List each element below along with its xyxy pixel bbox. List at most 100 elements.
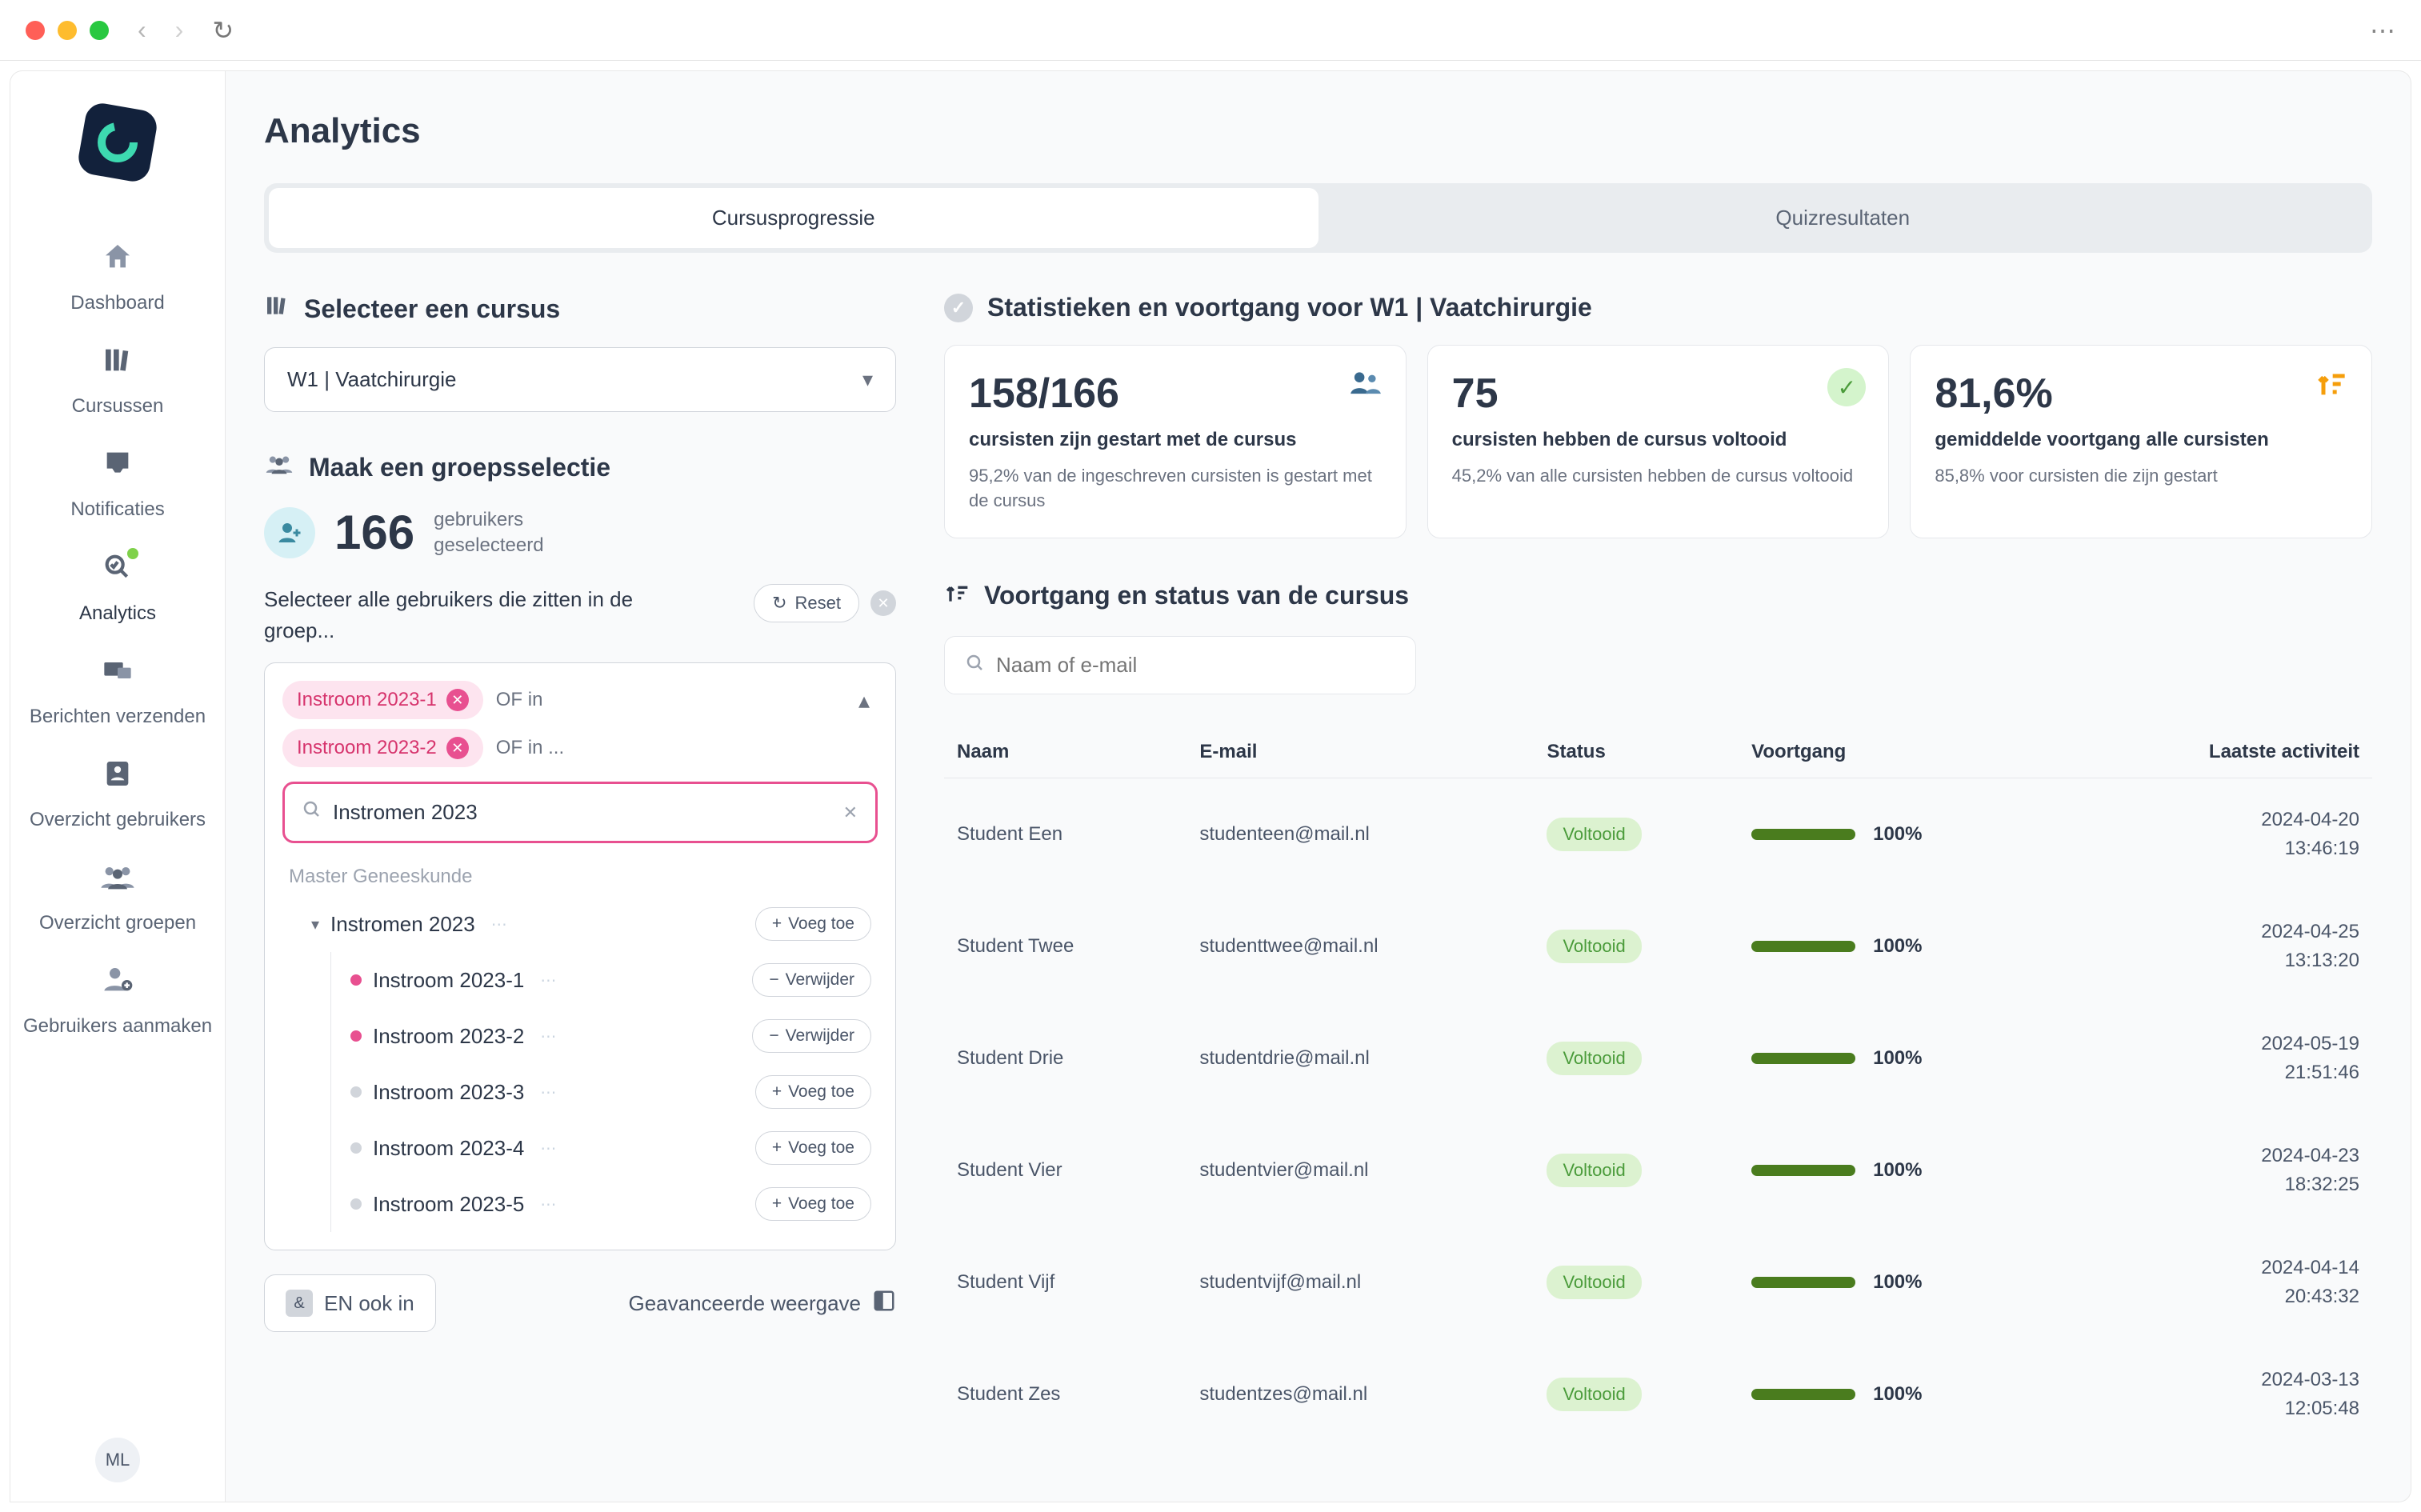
contacts-icon <box>102 758 134 798</box>
clear-filter-button[interactable]: ✕ <box>870 590 896 616</box>
progress-value: 100% <box>1873 1159 1922 1182</box>
forward-button[interactable]: › <box>175 15 184 45</box>
users-icon <box>1348 368 1383 404</box>
sidebar-item-overzicht-gebruikers[interactable]: Overzicht gebruikers <box>10 743 225 846</box>
cell-status: Voltooid <box>1534 1114 1739 1226</box>
window-controls <box>26 21 109 40</box>
sidebar-item-gebruikers-aanmaken[interactable]: Gebruikers aanmaken <box>10 950 225 1053</box>
table-row[interactable]: Student Drie studentdrie@mail.nl Voltooi… <box>944 1002 2372 1114</box>
cell-name: Student Drie <box>944 1002 1186 1114</box>
cell-progress: 100% <box>1739 1002 2072 1114</box>
more-icon[interactable]: ⋯ <box>540 1194 556 1214</box>
course-select-value: W1 | Vaatchirurgie <box>287 367 456 392</box>
table-row[interactable]: Student Zes studentzes@mail.nl Voltooid … <box>944 1338 2372 1450</box>
layout-icon <box>872 1289 896 1318</box>
cell-email: studenteen@mail.nl <box>1186 778 1534 890</box>
table-row[interactable]: Student Vijf studentvijf@mail.nl Voltooi… <box>944 1226 2372 1338</box>
table-row[interactable]: Student Twee studenttwee@mail.nl Voltooi… <box>944 890 2372 1002</box>
add-group-button[interactable]: +Voeg toe <box>755 1131 871 1165</box>
stat-value: 75 <box>1452 370 1865 418</box>
tree-item-row[interactable]: Instroom 2023-1 ⋯ −Verwijder <box>330 952 878 1008</box>
tab-quizresultaten[interactable]: Quizresultaten <box>1319 188 2368 248</box>
more-icon[interactable]: ⋯ <box>540 1082 556 1102</box>
sidebar-item-berichten[interactable]: Berichten verzenden <box>10 640 225 743</box>
sidebar-item-cursussen[interactable]: Cursussen <box>10 330 225 433</box>
browser-chrome: ‹ › ↻ ⋯ <box>0 0 2421 61</box>
sidebar-item-analytics[interactable]: Analytics <box>10 537 225 640</box>
home-icon <box>102 241 134 281</box>
add-group-button[interactable]: +Voeg toe <box>755 907 871 941</box>
reload-button[interactable]: ↻ <box>212 15 234 46</box>
table-row[interactable]: Student Vier studentvier@mail.nl Voltooi… <box>944 1114 2372 1226</box>
stat-title: gemiddelde voortgang alle cursisten <box>1935 427 2347 453</box>
cell-email: studentzes@mail.nl <box>1186 1338 1534 1450</box>
sidebar-item-label: Analytics <box>79 601 156 626</box>
tree-item-label: Instromen 2023 <box>330 912 475 937</box>
group-search-field[interactable] <box>333 800 832 825</box>
col-activity[interactable]: Laatste activiteit <box>2073 726 2372 778</box>
and-filter-button[interactable]: & EN ook in <box>264 1274 436 1332</box>
page-title: Analytics <box>264 111 2372 151</box>
tree-item-row[interactable]: Instroom 2023-4 ⋯ +Voeg toe <box>330 1120 878 1176</box>
cell-status: Voltooid <box>1534 778 1739 890</box>
close-window-icon[interactable] <box>26 21 45 40</box>
ampersand-icon: & <box>286 1290 313 1317</box>
sidebar-item-dashboard[interactable]: Dashboard <box>10 226 225 330</box>
reset-button[interactable]: ↻ Reset <box>754 584 859 622</box>
advanced-view-link[interactable]: Geavanceerde weergave <box>628 1289 896 1318</box>
add-group-button[interactable]: +Voeg toe <box>755 1075 871 1109</box>
chevron-up-icon[interactable]: ▴ <box>850 687 878 714</box>
browser-menu-icon[interactable]: ⋯ <box>2370 15 2395 46</box>
col-name[interactable]: Naam <box>944 726 1186 778</box>
remove-group-button[interactable]: −Verwijder <box>752 963 871 997</box>
tree-parent-row[interactable]: ▾ Instromen 2023 ⋯ +Voeg toe <box>305 896 878 952</box>
app-logo[interactable] <box>76 101 159 184</box>
tree-item-row[interactable]: Instroom 2023-3 ⋯ +Voeg toe <box>330 1064 878 1120</box>
progress-table: Naam E-mail Status Voortgang Laatste act… <box>944 726 2372 1450</box>
clear-input-icon[interactable]: ✕ <box>843 802 858 823</box>
tree-dot-icon <box>350 1142 362 1154</box>
minimize-window-icon[interactable] <box>58 21 77 40</box>
table-row[interactable]: Student Een studenteen@mail.nl Voltooid … <box>944 778 2372 890</box>
col-email[interactable]: E-mail <box>1186 726 1534 778</box>
chip-remove-icon[interactable]: ✕ <box>446 737 469 759</box>
remove-group-button[interactable]: −Verwijder <box>752 1019 871 1053</box>
col-progress[interactable]: Voortgang <box>1739 726 2072 778</box>
cell-status: Voltooid <box>1534 1226 1739 1338</box>
cell-name: Student Zes <box>944 1338 1186 1450</box>
tree-dot-icon <box>350 1030 362 1042</box>
more-icon[interactable]: ⋯ <box>540 1138 556 1158</box>
more-icon[interactable]: ⋯ <box>540 1026 556 1046</box>
sort-icon <box>2314 368 2349 407</box>
advanced-view-label: Geavanceerde weergave <box>628 1291 861 1316</box>
maximize-window-icon[interactable] <box>90 21 109 40</box>
add-group-button[interactable]: +Voeg toe <box>755 1187 871 1221</box>
tab-cursusprogressie[interactable]: Cursusprogressie <box>269 188 1319 248</box>
sidebar-item-overzicht-groepen[interactable]: Overzicht groepen <box>10 846 225 950</box>
sidebar-item-notificaties[interactable]: Notificaties <box>10 433 225 536</box>
group-select-header: Maak een groepsselectie <box>264 452 896 482</box>
tree-dot-icon <box>350 974 362 986</box>
col-status[interactable]: Status <box>1534 726 1739 778</box>
group-search-input[interactable]: ✕ <box>282 782 878 843</box>
course-select[interactable]: W1 | Vaatchirurgie ▾ <box>264 347 896 412</box>
progress-search-field[interactable] <box>996 653 1395 678</box>
back-button[interactable]: ‹ <box>138 15 146 45</box>
progress-search[interactable] <box>944 636 1416 694</box>
chip-remove-icon[interactable]: ✕ <box>446 689 469 711</box>
more-icon[interactable]: ⋯ <box>540 970 556 990</box>
search-icon <box>966 654 985 677</box>
status-badge: Voltooid <box>1547 1154 1641 1187</box>
tree-item-row[interactable]: Instroom 2023-2 ⋯ −Verwijder <box>330 1008 878 1064</box>
progress-value: 100% <box>1873 1047 1922 1070</box>
cell-activity: 2024-04-2318:32:25 <box>2073 1114 2372 1226</box>
user-avatar[interactable]: ML <box>95 1438 140 1482</box>
user-plus-icon <box>264 507 315 558</box>
group-count-value: 166 <box>334 505 414 560</box>
user-plus-icon <box>100 964 135 1004</box>
more-icon[interactable]: ⋯ <box>491 914 507 934</box>
caret-down-icon[interactable]: ▾ <box>311 914 319 934</box>
status-badge: Voltooid <box>1547 1378 1641 1411</box>
tree-item-row[interactable]: Instroom 2023-5 ⋯ +Voeg toe <box>330 1176 878 1232</box>
cell-progress: 100% <box>1739 1338 2072 1450</box>
